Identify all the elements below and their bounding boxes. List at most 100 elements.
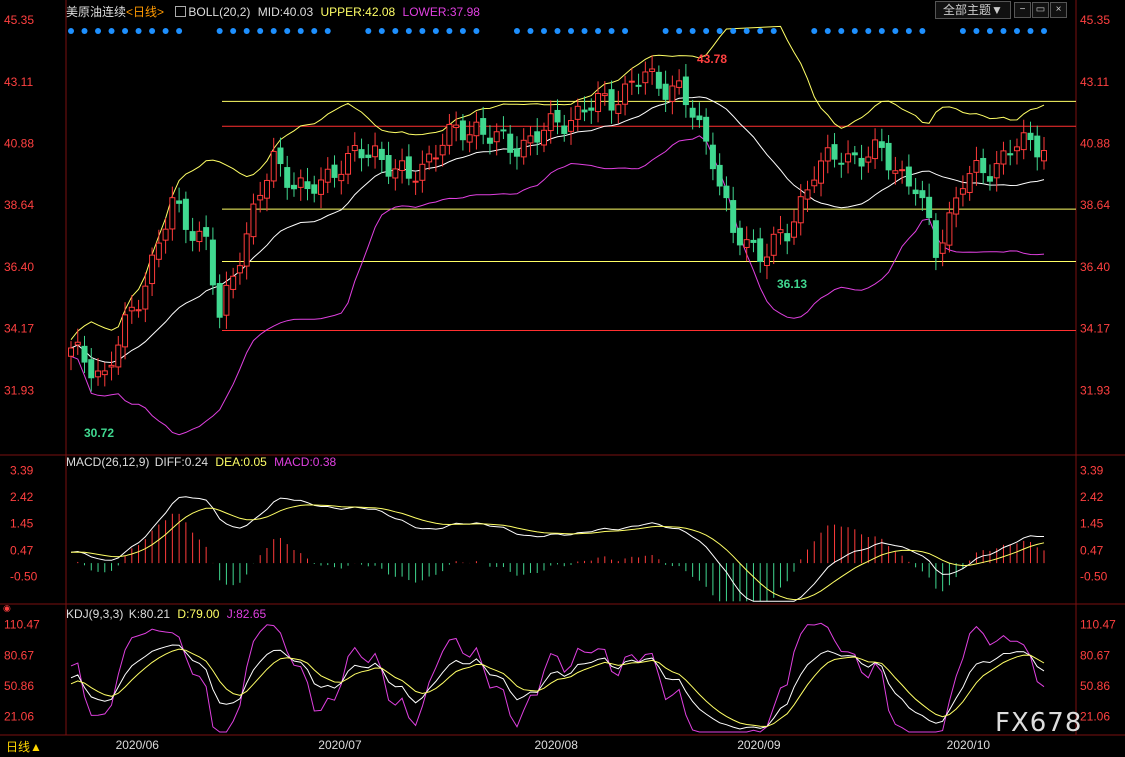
signal-dot xyxy=(446,28,453,34)
signal-dot xyxy=(608,28,615,34)
restore-icon[interactable]: ▭ xyxy=(1032,2,1049,18)
y-tick-label: 43.11 xyxy=(4,75,33,89)
candle xyxy=(790,221,797,238)
signal-dot xyxy=(595,28,602,34)
candle xyxy=(763,256,770,266)
signal-dot xyxy=(108,28,115,34)
candle xyxy=(318,179,325,195)
candle xyxy=(155,242,162,260)
signal-dot xyxy=(676,28,683,34)
y-tick-label: 110.47 xyxy=(4,618,40,632)
signal-dot xyxy=(919,28,926,34)
y-tick-label: 45.35 xyxy=(4,13,34,27)
y-tick-label: 40.88 xyxy=(4,136,34,150)
signal-dot xyxy=(703,28,710,34)
candle xyxy=(513,148,520,157)
signal-dot xyxy=(730,28,737,34)
signal-dot xyxy=(216,28,223,34)
signal-dot xyxy=(324,28,331,34)
candle xyxy=(203,227,210,237)
candle xyxy=(703,116,710,142)
y-tick-label: 31.93 xyxy=(1080,383,1110,397)
y-tick-label: 21.06 xyxy=(4,710,34,724)
start-low-annotation: 30.72 xyxy=(84,426,114,440)
candle xyxy=(892,170,899,174)
signal-dot xyxy=(811,28,818,34)
candle xyxy=(257,194,264,201)
signal-dot xyxy=(581,28,588,34)
y-tick-label: 21.06 xyxy=(1080,710,1110,724)
candle xyxy=(689,107,696,118)
candle xyxy=(439,144,446,156)
y-tick-label: -0.50 xyxy=(10,570,38,584)
candle xyxy=(770,233,777,256)
candle xyxy=(676,80,683,88)
minimize-icon[interactable]: − xyxy=(1014,2,1031,18)
candle xyxy=(196,230,203,243)
candle xyxy=(135,309,142,312)
boll-mid-line xyxy=(70,96,1045,364)
signal-dot xyxy=(851,28,858,34)
period-tab[interactable]: 日线▲ xyxy=(6,738,42,755)
y-tick-label: 31.93 xyxy=(4,383,34,397)
signal-dot xyxy=(257,28,264,34)
signal-dot xyxy=(838,28,845,34)
candle xyxy=(838,162,845,165)
candle xyxy=(568,120,575,132)
kdj-settings-icon[interactable]: ◉ xyxy=(3,603,11,614)
candle xyxy=(378,148,385,160)
candle xyxy=(574,105,581,120)
close-icon[interactable]: × xyxy=(1050,2,1067,18)
signal-dot xyxy=(513,28,520,34)
candle xyxy=(615,104,622,114)
candle xyxy=(973,160,980,173)
candle xyxy=(223,284,230,316)
candle xyxy=(993,163,1000,179)
kline-chart[interactable]: 45.35 45.35 43.11 43.11 40.88 40.88 38.64 38.64… xyxy=(0,0,1125,757)
candle xyxy=(88,359,95,379)
candle xyxy=(872,139,879,160)
signal-dot xyxy=(770,28,777,34)
theme-select-button[interactable]: 全部主题▼ xyxy=(935,1,1011,19)
candle xyxy=(1000,150,1007,165)
candle xyxy=(581,109,588,113)
boll-label: BOLL(20,2) xyxy=(188,5,251,19)
candle xyxy=(250,203,257,238)
signal-dot xyxy=(176,28,183,34)
signal-dot xyxy=(297,28,304,34)
y-tick-label: 40.88 xyxy=(1080,136,1110,150)
kdj-k-value: K:80.21 xyxy=(128,607,171,621)
boll-lower-value: LOWER:37.98 xyxy=(402,5,480,19)
candle xyxy=(122,314,129,348)
high-annotation: 43.78 xyxy=(697,52,727,66)
x-tick-label: 2020/10 xyxy=(947,738,991,752)
y-tick-label: 0.47 xyxy=(1080,543,1104,557)
signal-dot xyxy=(230,28,237,34)
candle xyxy=(547,113,554,132)
candle xyxy=(905,166,912,187)
candle xyxy=(959,188,966,195)
candle xyxy=(74,341,81,346)
candle xyxy=(81,345,88,363)
candle xyxy=(851,152,858,156)
candle xyxy=(804,189,811,200)
candle xyxy=(831,144,838,160)
candle xyxy=(730,200,737,233)
candle xyxy=(669,85,676,102)
candle xyxy=(243,233,250,267)
candle xyxy=(649,68,656,72)
candle xyxy=(878,141,885,148)
signal-dot xyxy=(743,28,750,34)
candle xyxy=(480,118,487,135)
candle xyxy=(277,147,284,165)
candle xyxy=(926,196,933,218)
candle xyxy=(311,184,318,194)
candle xyxy=(331,164,338,178)
candle xyxy=(858,157,865,167)
candle xyxy=(284,167,291,188)
candle xyxy=(595,93,602,113)
candle xyxy=(777,229,784,234)
candle xyxy=(709,144,716,170)
boll-upper-value: UPPER:42.08 xyxy=(320,5,396,19)
y-tick-label: 1.45 xyxy=(10,517,34,531)
